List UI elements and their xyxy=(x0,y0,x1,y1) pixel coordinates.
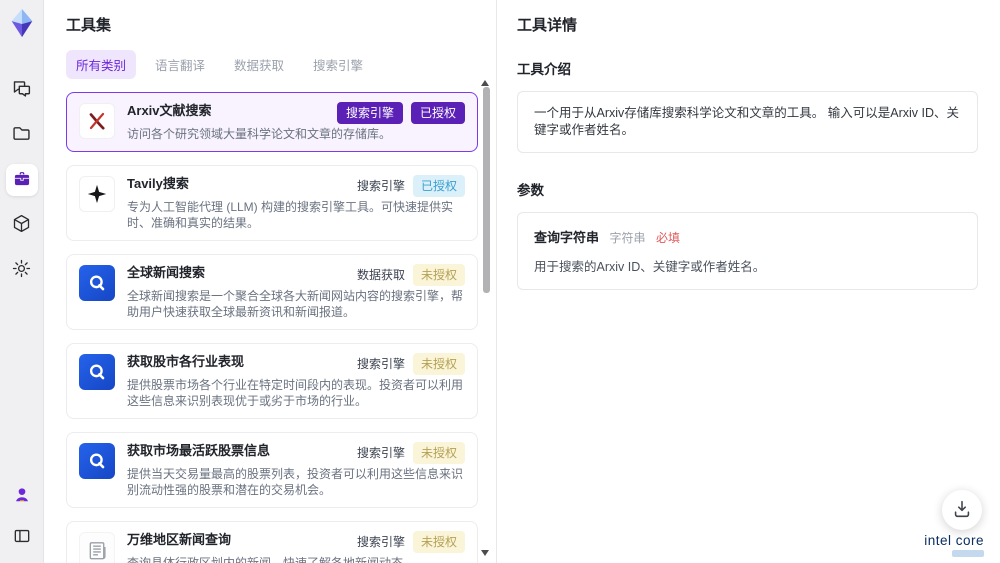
intro-text: 一个用于从Arxiv存储库搜索科学论文和文章的工具。 输入可以是Arxiv ID… xyxy=(517,91,978,153)
intel-sub-badge xyxy=(952,550,984,557)
param-description: 用于搜索的Arxiv ID、关键字或作者姓名。 xyxy=(534,260,766,274)
category-tab[interactable]: 语言翻译 xyxy=(145,50,215,79)
app-root: 工具集 所有类别 语言翻译 数据获取 搜索引擎 Arxiv文献搜索 搜索引擎 已… xyxy=(0,0,1000,563)
tool-description: 提供当天交易量最高的股票列表，投资者可以利用这些信息来识别流动性强的股票和潜在的… xyxy=(127,467,464,497)
tool-card-body: 获取市场最活跃股票信息 搜索引擎 未授权 提供当天交易量最高的股票列表，投资者可… xyxy=(127,442,465,498)
tool-card[interactable]: Arxiv文献搜索 搜索引擎 已授权 访问各个研究领域大量科学论文和文章的存储库… xyxy=(66,92,478,152)
tool-card[interactable]: 全球新闻搜索 数据获取 未授权 全球新闻搜索是一个聚合全球各大新闻网站内容的搜索… xyxy=(66,254,478,330)
tool-description: 全球新闻搜索是一个聚合全球各大新闻网站内容的搜索引擎，帮助用户快速获取全球最新资… xyxy=(127,289,464,319)
param-item: 查询字符串 字符串 必填 用于搜索的Arxiv ID、关键字或作者姓名。 xyxy=(534,227,961,275)
status-badge: 未授权 xyxy=(412,353,465,375)
tool-icon xyxy=(79,354,115,390)
intel-core-logo: intel core xyxy=(924,533,984,557)
scrollbar-down-arrow[interactable] xyxy=(481,550,489,556)
scrollbar-thumb[interactable] xyxy=(483,87,490,293)
tool-card[interactable]: 获取股市各行业表现 搜索引擎 未授权 提供股票市场各个行业在特定时间段内的表现。… xyxy=(66,343,478,419)
params-heading: 参数 xyxy=(517,183,544,198)
sidebar xyxy=(0,0,44,563)
tool-detail-panel: 工具详情 工具介绍 一个用于从Arxiv存储库搜索科学论文和文章的工具。 输入可… xyxy=(497,0,1000,563)
app-logo-icon[interactable] xyxy=(7,8,37,38)
tool-badges: 搜索引擎 未授权 xyxy=(357,531,465,553)
category-tab[interactable]: 数据获取 xyxy=(224,50,294,79)
chat-icon xyxy=(11,78,32,102)
params-box: 查询字符串 字符串 必填 用于搜索的Arxiv ID、关键字或作者姓名。 xyxy=(517,212,978,290)
category-tab[interactable]: 所有类别 xyxy=(66,50,137,79)
status-badge: 已授权 xyxy=(412,175,465,197)
sidebar-item-files[interactable] xyxy=(6,119,38,151)
tool-name: Arxiv文献搜索 xyxy=(127,103,212,118)
category-badge: 搜索引擎 xyxy=(356,535,405,549)
category-tabs: 所有类别 语言翻译 数据获取 搜索引擎 xyxy=(66,50,496,79)
tool-name: Tavily搜索 xyxy=(127,176,189,191)
tool-name: 万维地区新闻查询 xyxy=(127,532,232,547)
user-icon xyxy=(12,485,32,508)
tool-description: 访问各个研究领域大量科学论文和文章的存储库。 xyxy=(127,127,392,141)
tool-description: 专为人工智能代理 (LLM) 构建的搜索引擎工具。可快速提供实时、准确和真实的结… xyxy=(127,200,454,230)
tool-card-body: Tavily搜索 搜索引擎 已授权 专为人工智能代理 (LLM) 构建的搜索引擎… xyxy=(127,175,465,231)
tool-icon xyxy=(79,176,115,212)
tool-badges: 数据获取 未授权 xyxy=(357,264,465,286)
tool-description: 提供股票市场各个行业在特定时间段内的表现。投资者可以利用这些信息来识别表现优于或… xyxy=(127,378,464,408)
sidebar-item-models[interactable] xyxy=(6,209,38,241)
tool-badges: 搜索引擎 未授权 xyxy=(357,442,465,464)
intro-heading: 工具介绍 xyxy=(517,62,571,77)
panel-toggle-button[interactable] xyxy=(6,521,38,553)
status-badge: 已授权 xyxy=(410,102,465,124)
tool-badges: 搜索引擎 未授权 xyxy=(357,353,465,375)
tool-name: 获取市场最活跃股票信息 xyxy=(127,443,271,458)
folder-icon xyxy=(11,123,32,147)
tool-badges: 搜索引擎 已授权 xyxy=(357,175,465,197)
tool-name: 获取股市各行业表现 xyxy=(127,354,245,369)
category-tab[interactable]: 搜索引擎 xyxy=(303,50,373,79)
tool-icon xyxy=(79,443,115,479)
sidebar-nav xyxy=(5,74,38,286)
status-badge: 未授权 xyxy=(412,264,465,286)
panel-toggle-icon xyxy=(12,526,32,549)
category-badge: 搜索引擎 xyxy=(356,357,405,371)
tool-icon xyxy=(79,532,115,563)
briefcase-icon xyxy=(12,169,32,192)
sidebar-item-settings[interactable] xyxy=(6,254,38,286)
status-badge: 未授权 xyxy=(412,531,465,553)
sidebar-bottom xyxy=(6,480,38,553)
param-required-badge: 必填 xyxy=(655,231,680,245)
page-title: 工具集 xyxy=(66,17,112,34)
category-badge: 搜索引擎 xyxy=(356,179,405,193)
detail-title: 工具详情 xyxy=(517,17,578,34)
status-badge: 未授权 xyxy=(412,442,465,464)
gear-icon xyxy=(11,258,32,282)
tool-card-body: 全球新闻搜索 数据获取 未授权 全球新闻搜索是一个聚合全球各大新闻网站内容的搜索… xyxy=(127,264,465,320)
cube-icon xyxy=(11,213,32,237)
intel-core-text: intel core xyxy=(924,533,984,548)
download-icon xyxy=(951,498,973,523)
download-button[interactable] xyxy=(942,490,982,530)
category-badge: 数据获取 xyxy=(356,268,405,282)
category-badge: 搜索引擎 xyxy=(336,102,403,124)
tool-card-body: Arxiv文献搜索 搜索引擎 已授权 访问各个研究领域大量科学论文和文章的存储库… xyxy=(127,102,465,142)
tool-card[interactable]: Tavily搜索 搜索引擎 已授权 专为人工智能代理 (LLM) 构建的搜索引擎… xyxy=(66,165,478,241)
sidebar-item-tools[interactable] xyxy=(5,164,38,196)
tool-card-list: Arxiv文献搜索 搜索引擎 已授权 访问各个研究领域大量科学论文和文章的存储库… xyxy=(66,92,478,563)
tool-icon xyxy=(79,103,115,139)
tool-card[interactable]: 万维地区新闻查询 搜索引擎 未授权 查询具体行政区划内的新闻，快速了解各地新闻动… xyxy=(66,521,478,563)
tool-card-body: 获取股市各行业表现 搜索引擎 未授权 提供股票市场各个行业在特定时间段内的表现。… xyxy=(127,353,465,409)
tool-icon xyxy=(79,265,115,301)
tool-description: 查询具体行政区划内的新闻，快速了解各地新闻动态 xyxy=(127,556,404,563)
tools-list-panel: 工具集 所有类别 语言翻译 数据获取 搜索引擎 Arxiv文献搜索 搜索引擎 已… xyxy=(44,0,497,563)
tool-name: 全球新闻搜索 xyxy=(127,265,206,280)
tool-card-body: 万维地区新闻查询 搜索引擎 未授权 查询具体行政区划内的新闻，快速了解各地新闻动… xyxy=(127,531,465,563)
param-type: 字符串 xyxy=(609,231,646,245)
user-avatar-button[interactable] xyxy=(6,480,38,512)
tool-card[interactable]: 获取市场最活跃股票信息 搜索引擎 未授权 提供当天交易量最高的股票列表，投资者可… xyxy=(66,432,478,508)
tool-badges: 搜索引擎 已授权 xyxy=(336,102,465,124)
category-badge: 搜索引擎 xyxy=(356,446,405,460)
scrollbar-up-arrow[interactable] xyxy=(481,80,489,86)
param-name: 查询字符串 xyxy=(534,230,600,245)
sidebar-item-chat[interactable] xyxy=(6,74,38,106)
